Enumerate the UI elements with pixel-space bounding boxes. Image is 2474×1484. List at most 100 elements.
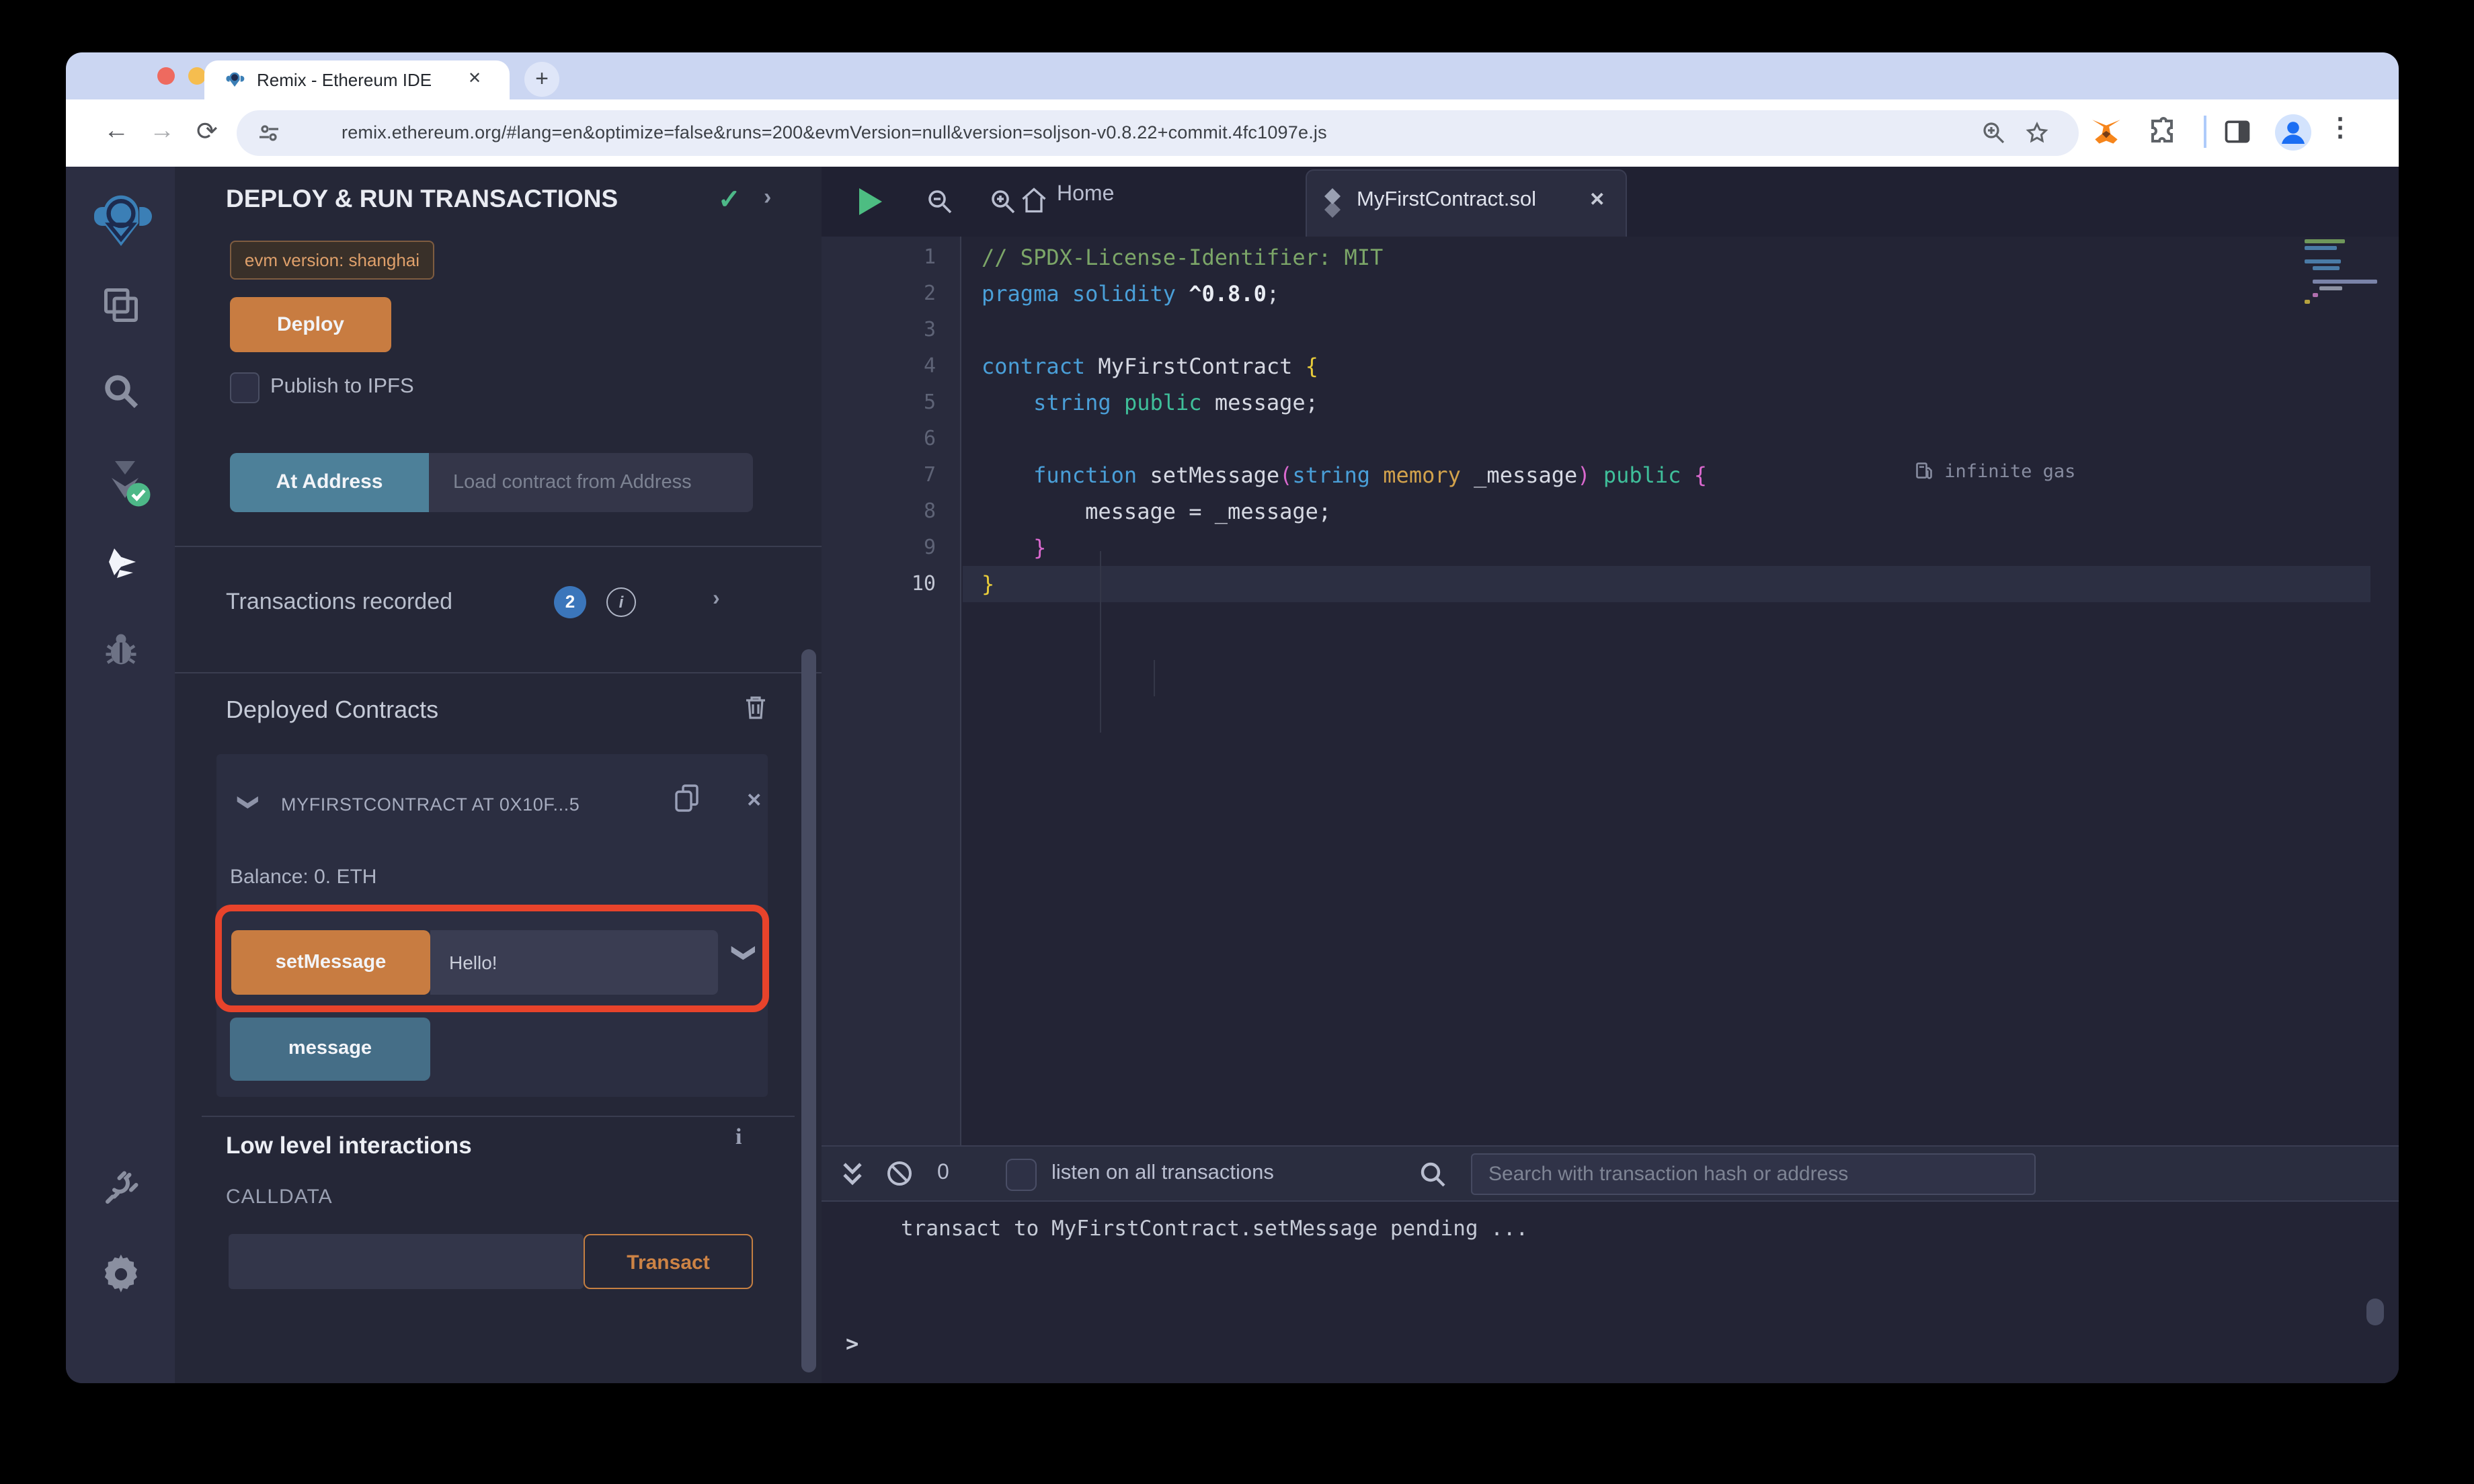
code-line: contract MyFirstContract { xyxy=(982,354,1318,379)
remix-logo-icon[interactable] xyxy=(89,188,153,253)
terminal: 0 listen on all transactions Search with… xyxy=(822,1145,2399,1383)
reload-icon[interactable]: ⟳ xyxy=(196,117,218,148)
panel-expand-chevron-icon[interactable]: › xyxy=(764,184,771,211)
publish-ipfs-checkbox[interactable] xyxy=(230,372,260,403)
tab-myfirstcontract[interactable]: MyFirstContract.sol ✕ xyxy=(1306,169,1627,237)
indent-guide xyxy=(1154,660,1155,696)
tab-close-icon[interactable]: ✕ xyxy=(468,69,481,87)
tab-title: Remix - Ethereum IDE xyxy=(257,70,432,90)
low-level-interactions-title: Low level interactions xyxy=(226,1132,472,1159)
annotation-highlight-box xyxy=(215,905,769,1012)
deploy-button[interactable]: Deploy xyxy=(230,297,391,352)
url-bar[interactable]: remix.ethereum.org/#lang=en&optimize=fal… xyxy=(237,110,2079,156)
zoom-page-icon[interactable] xyxy=(1982,121,2006,145)
at-address-button[interactable]: At Address xyxy=(230,453,429,512)
plugin-manager-icon[interactable] xyxy=(101,1168,141,1208)
at-address-input[interactable]: Load contract from Address xyxy=(429,453,753,512)
line-number: 1 xyxy=(923,245,936,269)
gas-estimate-annotation: infinite gas xyxy=(1915,454,2075,491)
code-editor[interactable]: 1 2 3 4 5 6 7 8 9 10 // SPDX-License-Identifier: … xyxy=(822,237,2399,1145)
browser-tab[interactable]: Remix - Ethereum IDE ✕ xyxy=(204,60,510,99)
forward-icon[interactable]: → xyxy=(149,117,175,147)
bookmark-star-icon[interactable] xyxy=(2025,121,2049,145)
settings-gear-icon[interactable] xyxy=(99,1253,143,1296)
solidity-file-icon xyxy=(1323,188,1342,218)
editor-minimap[interactable] xyxy=(2305,239,2399,401)
code-line: string public message; xyxy=(1033,390,1318,415)
file-explorer-icon[interactable] xyxy=(101,285,141,325)
traffic-close-button[interactable] xyxy=(157,67,175,85)
transactions-recorded-label: Transactions recorded xyxy=(226,589,453,614)
minimap-line xyxy=(2305,259,2341,263)
panel-divider xyxy=(175,546,822,547)
panel-divider xyxy=(202,1116,795,1117)
editor-tabbar: Home MyFirstContract.sol ✕ xyxy=(822,167,2399,237)
deploy-run-icon[interactable] xyxy=(101,543,144,586)
minimap-line xyxy=(2305,300,2310,304)
run-script-play-icon[interactable] xyxy=(855,186,885,218)
transactions-info-icon[interactable]: i xyxy=(606,587,636,617)
minimap-line xyxy=(2313,280,2377,284)
line-number: 5 xyxy=(923,390,936,414)
evm-version-badge: evm version: shanghai xyxy=(230,241,434,280)
code-line: } xyxy=(982,571,995,597)
listen-transactions-checkbox[interactable] xyxy=(1006,1159,1037,1191)
tab-close-icon[interactable]: ✕ xyxy=(1589,188,1605,211)
profile-avatar[interactable] xyxy=(2275,114,2311,151)
code-line: function setMessage(string memory _messa… xyxy=(1033,462,1707,488)
sidepanel-toggle-icon[interactable] xyxy=(2223,117,2252,147)
calldata-input[interactable] xyxy=(229,1234,584,1289)
line-number: 10 xyxy=(911,571,936,595)
minimap-line xyxy=(2313,293,2318,297)
solidity-compiler-icon[interactable] xyxy=(98,454,152,508)
low-level-info-icon[interactable]: i xyxy=(735,1124,742,1151)
back-icon[interactable]: ← xyxy=(104,117,129,147)
terminal-scrollbar-thumb[interactable] xyxy=(2366,1298,2384,1325)
terminal-log-line: transact to MyFirstContract.setMessage p… xyxy=(901,1217,1529,1241)
terminal-toolbar: 0 listen on all transactions Search with… xyxy=(822,1145,2399,1202)
browser-menu-icon[interactable]: ⋮ xyxy=(2327,113,2353,144)
metamask-extension-icon[interactable] xyxy=(2089,116,2123,149)
pending-tx-count: 0 xyxy=(937,1161,949,1184)
panel-scrollbar[interactable] xyxy=(801,649,816,1372)
remove-contract-icon[interactable]: ✕ xyxy=(746,789,762,812)
panel-title: DEPLOY & RUN TRANSACTIONS xyxy=(226,184,618,212)
traffic-minimize-button[interactable] xyxy=(188,67,206,85)
zoom-out-icon[interactable] xyxy=(926,188,953,215)
line-number: 9 xyxy=(923,535,936,559)
home-icon[interactable] xyxy=(1019,186,1049,215)
line-number: 3 xyxy=(923,317,936,341)
contract-collapse-chevron-icon[interactable]: ❯ xyxy=(237,794,262,811)
search-icon[interactable] xyxy=(101,371,141,411)
terminal-search-input[interactable]: Search with transaction hash or address xyxy=(1471,1153,2036,1195)
clear-contracts-trash-icon[interactable] xyxy=(744,694,768,720)
zoom-in-icon[interactable] xyxy=(990,188,1016,215)
line-number: 7 xyxy=(923,462,936,487)
collapse-terminal-icon[interactable] xyxy=(842,1160,863,1187)
minimap-line xyxy=(2313,266,2340,270)
transactions-expand-chevron-icon[interactable]: › xyxy=(713,587,720,612)
editor-column: Home MyFirstContract.sol ✕ 1 2 3 4 5 6 7 8 9 10 /… xyxy=(822,167,2399,1383)
url-text: remix.ethereum.org/#lang=en&optimize=fal… xyxy=(342,122,1327,142)
deploy-run-panel: DEPLOY & RUN TRANSACTIONS ✓ › evm versio… xyxy=(175,167,822,1383)
browser-window: Remix - Ethereum IDE ✕ + ← → ⟳ remix.eth… xyxy=(66,52,2399,1383)
copy-address-icon[interactable] xyxy=(674,784,701,813)
contract-title: MYFIRSTCONTRACT AT 0X10F...5 xyxy=(281,794,580,815)
clear-console-icon[interactable] xyxy=(885,1159,914,1188)
debugger-icon[interactable] xyxy=(101,629,141,669)
contract-balance: Balance: 0. ETH xyxy=(230,866,377,889)
terminal-prompt[interactable]: > xyxy=(846,1331,859,1356)
new-tab-button[interactable]: + xyxy=(524,62,559,97)
remix-favicon-icon xyxy=(225,70,245,90)
message-button[interactable]: message xyxy=(230,1018,430,1081)
minimap-line xyxy=(2305,246,2337,250)
line-number: 6 xyxy=(923,426,936,450)
tab-home[interactable]: Home xyxy=(1057,183,1114,207)
transact-button[interactable]: Transact xyxy=(584,1234,753,1289)
deployed-contract-card: ❯ MYFIRSTCONTRACT AT 0X10F...5 ✕ Balance… xyxy=(215,754,769,1097)
site-settings-icon[interactable] xyxy=(258,122,280,144)
deployed-contracts-title: Deployed Contracts xyxy=(226,696,439,723)
browser-toolbar: ← → ⟳ remix.ethereum.org/#lang=en&optimi… xyxy=(66,99,2399,167)
tab-label: MyFirstContract.sol xyxy=(1357,188,1536,211)
extensions-puzzle-icon[interactable] xyxy=(2147,116,2180,148)
